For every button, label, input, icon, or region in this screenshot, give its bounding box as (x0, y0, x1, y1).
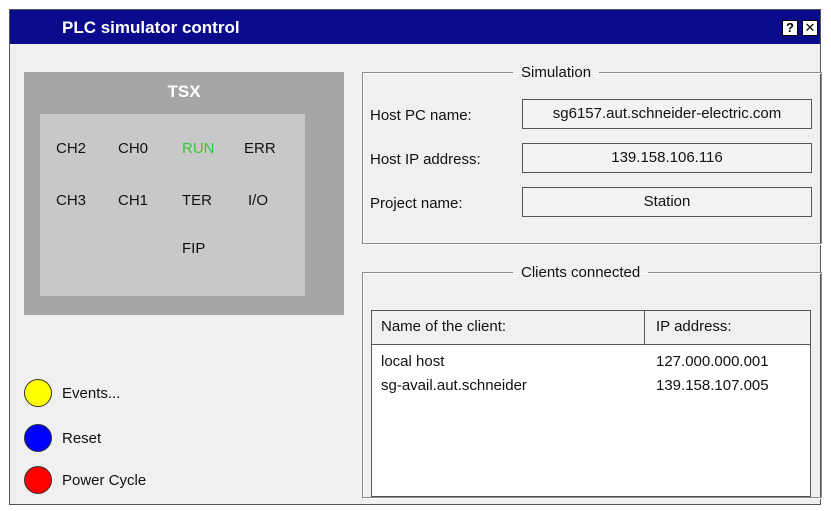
close-button[interactable]: ✕ (802, 20, 818, 36)
events-label: Events... (62, 385, 121, 402)
simulation-legend: Simulation (521, 64, 592, 81)
led-ch0: CH0 (118, 140, 149, 157)
led-ter: TER (182, 192, 212, 209)
column-header-client-name[interactable]: Name of the client: (381, 318, 506, 335)
clients-list[interactable]: Name of the client: IP address: local ho… (371, 310, 811, 497)
simulation-group: Simulation Host PC name: sg6157.aut.schn… (362, 64, 822, 244)
window-title: PLC simulator control (62, 18, 240, 37)
power-cycle-label: Power Cycle (62, 472, 147, 489)
help-button[interactable]: ? (782, 20, 798, 36)
reset-button[interactable] (24, 424, 52, 452)
project-name-label: Project name: (370, 195, 463, 212)
host-pc-field: sg6157.aut.schneider-electric.com (522, 99, 812, 129)
client-row-2-ip[interactable]: 139.158.107.005 (656, 377, 769, 394)
events-button[interactable] (24, 379, 52, 407)
led-err: ERR (244, 140, 276, 157)
reset-label: Reset (62, 430, 102, 447)
client-row-1-ip[interactable]: 127.000.000.001 (656, 353, 769, 370)
clients-group: Clients connected Name of the client: IP… (362, 264, 822, 498)
clients-list-header: Name of the client: IP address: (372, 311, 810, 345)
column-header-ip-address[interactable]: IP address: (656, 318, 732, 335)
host-ip-field: 139.158.106.116 (522, 143, 812, 173)
host-pc-label: Host PC name: (370, 107, 472, 124)
power-cycle-button[interactable] (24, 466, 52, 494)
client-row-2-name[interactable]: sg-avail.aut.schneider (381, 377, 527, 394)
led-ch3: CH3 (56, 192, 87, 209)
led-run: RUN (182, 140, 215, 157)
title-bar: PLC simulator control ? ✕ (10, 10, 820, 44)
host-ip-label: Host IP address: (370, 151, 481, 168)
led-fip: FIP (182, 240, 206, 257)
project-name-field: Station (522, 187, 812, 217)
plc-simulator-window: PLC simulator control ? ✕ TSX CH2 CH0 RU… (9, 9, 822, 505)
led-grid: CH2 CH0 RUN ERR CH3 CH1 TER I/O FIP (40, 114, 305, 296)
column-separator[interactable] (644, 311, 645, 344)
led-ch2: CH2 (56, 140, 87, 157)
client-row-1-name[interactable]: local host (381, 353, 444, 370)
led-io: I/O (248, 192, 269, 209)
led-ch1: CH1 (118, 192, 149, 209)
tsx-panel: TSX CH2 CH0 RUN ERR CH3 CH1 TER I/O FIP (24, 72, 344, 315)
clients-legend: Clients connected (521, 264, 641, 281)
tsx-label: TSX (167, 82, 201, 101)
